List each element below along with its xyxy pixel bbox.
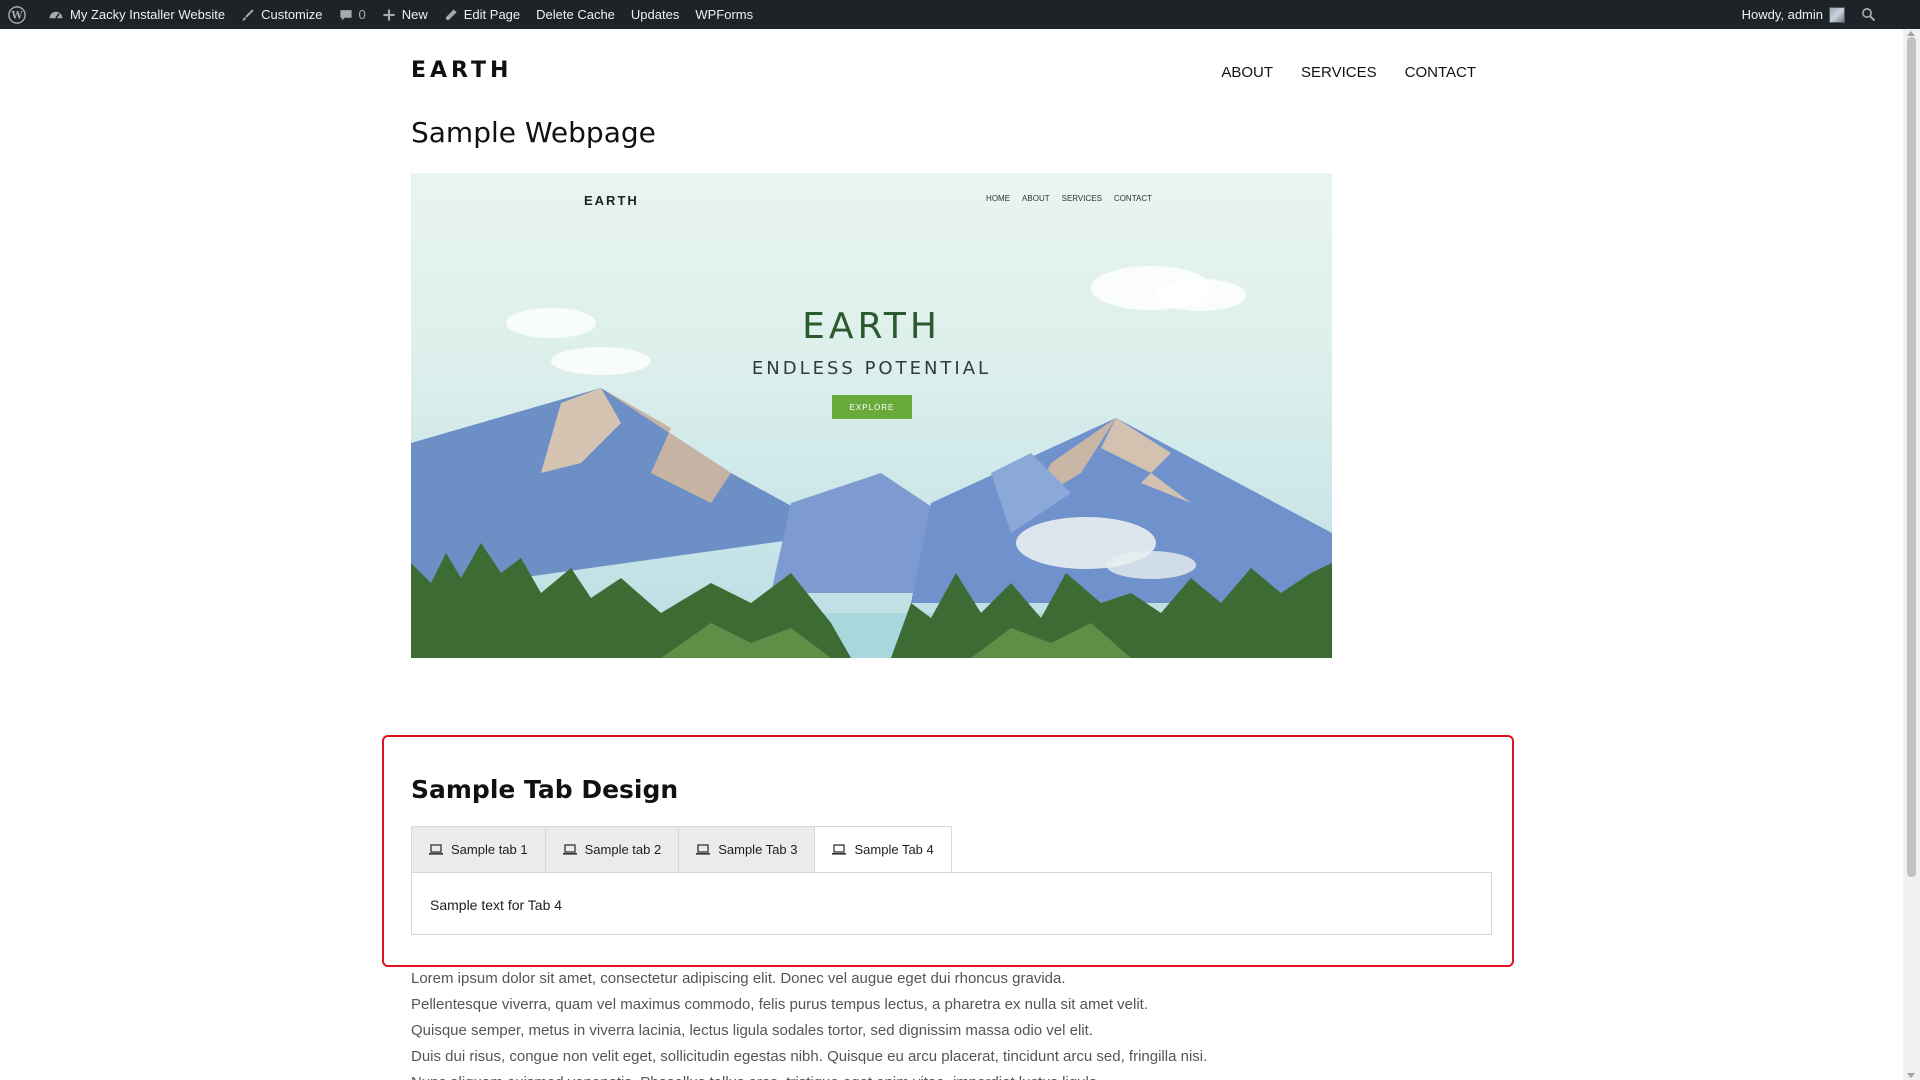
body-text: Lorem ipsum dolor sit amet, consectetur …: [411, 966, 1511, 1080]
laptop-icon: [562, 844, 577, 855]
body-text-line: Lorem ipsum dolor sit amet, consectetur …: [411, 970, 1066, 987]
wordpress-icon: W: [8, 5, 26, 24]
tab-sample-4[interactable]: Sample Tab 4: [814, 826, 952, 873]
brush-icon: [242, 8, 254, 21]
body-text-line: Duis dui risus, congue non velit eget, s…: [411, 1048, 1208, 1065]
nav-link-about[interactable]: ABOUT: [1221, 64, 1273, 81]
search-button[interactable]: [1853, 0, 1890, 29]
site-logo[interactable]: EARTH: [411, 58, 512, 83]
dashboard-icon: [49, 11, 63, 19]
hero-title: EARTH: [802, 306, 941, 347]
tab-panel-text: Sample text for Tab 4: [430, 897, 563, 913]
hero-image: EARTH HOME ABOUT SERVICES CONTACT EARTH …: [411, 173, 1332, 658]
pencil-icon: [445, 8, 457, 20]
body-text-line: Quisque semper, metus in viverra lacinia…: [411, 1022, 1093, 1039]
hero-subtitle: ENDLESS POTENTIAL: [751, 358, 992, 379]
page-title: Sample Webpage: [411, 116, 656, 149]
hero-logo: EARTH: [584, 193, 639, 208]
hero-explore-button: EXPLORE: [832, 395, 912, 419]
tab-sample-1[interactable]: Sample tab 1: [411, 826, 545, 873]
tab-section-heading: Sample Tab Design: [411, 775, 679, 804]
edit-page-button[interactable]: Edit Page: [436, 0, 528, 29]
avatar: [1829, 6, 1845, 23]
updates-button[interactable]: Updates: [623, 0, 687, 29]
site-name-label: My Zacky Installer Website: [70, 7, 226, 22]
nav-link-contact[interactable]: CONTACT: [1405, 64, 1476, 81]
tab-sample-3[interactable]: Sample Tab 3: [678, 826, 815, 873]
hero-navigation: HOME ABOUT SERVICES CONTACT: [986, 194, 1152, 203]
laptop-icon: [429, 844, 443, 855]
customize-label: Customize: [261, 7, 323, 22]
new-label: New: [401, 7, 428, 22]
laptop-icon: [696, 844, 711, 855]
tab-panel: Sample text for Tab 4: [411, 872, 1492, 935]
laptop-icon: [832, 844, 847, 855]
wpforms-button[interactable]: WPForms: [687, 0, 761, 29]
howdy-label: Howdy, admin: [1741, 7, 1823, 22]
tab-label: Sample Tab 4: [854, 842, 934, 857]
tab-label: Sample tab 2: [584, 842, 662, 857]
tab-list: Sample tab 1 Sample tab 2 Sample Tab 3 S…: [411, 826, 952, 873]
site-name-menu[interactable]: My Zacky Installer Website: [40, 0, 233, 29]
hero-nav-home: HOME: [986, 194, 1011, 203]
edit-page-label: Edit Page: [463, 7, 521, 22]
svg-text:W: W: [10, 10, 23, 21]
page-scrollbar[interactable]: [1903, 29, 1920, 1080]
wpforms-label: WPForms: [695, 7, 754, 22]
plus-icon: [383, 8, 395, 21]
comment-icon: [339, 9, 352, 21]
wordpress-logo-button[interactable]: W: [0, 0, 40, 29]
scroll-down-arrow-icon[interactable]: [1907, 1073, 1915, 1078]
hero-nav-services: SERVICES: [1061, 194, 1102, 203]
comments-count: 0: [358, 7, 366, 22]
new-content-button[interactable]: New: [374, 0, 436, 29]
comments-button[interactable]: 0: [331, 0, 374, 29]
scroll-up-arrow-icon[interactable]: [1907, 31, 1915, 36]
hero-nav-contact: CONTACT: [1113, 194, 1152, 203]
tab-sample-2[interactable]: Sample tab 2: [544, 826, 679, 873]
search-icon: [1862, 8, 1876, 22]
body-text-line: Nunc aliquam euismod venenatis. Phasellu…: [411, 1070, 1511, 1080]
hero-nav-about: ABOUT: [1022, 194, 1050, 203]
scrollbar-thumb[interactable]: [1907, 37, 1916, 877]
site-navigation: ABOUT SERVICES CONTACT: [1221, 64, 1476, 81]
updates-label: Updates: [630, 7, 680, 22]
delete-cache-label: Delete Cache: [536, 7, 615, 22]
customize-button[interactable]: Customize: [233, 0, 330, 29]
tab-label: Sample Tab 3: [718, 842, 798, 857]
delete-cache-button[interactable]: Delete Cache: [528, 0, 623, 29]
account-menu[interactable]: Howdy, admin: [1734, 0, 1853, 29]
nav-link-services[interactable]: SERVICES: [1301, 64, 1377, 81]
admin-bar: W My Zacky Installer Website Customize 0…: [0, 0, 1920, 29]
tab-label: Sample tab 1: [451, 842, 528, 857]
body-text-line: Pellentesque viverra, quam vel maximus c…: [411, 996, 1148, 1013]
